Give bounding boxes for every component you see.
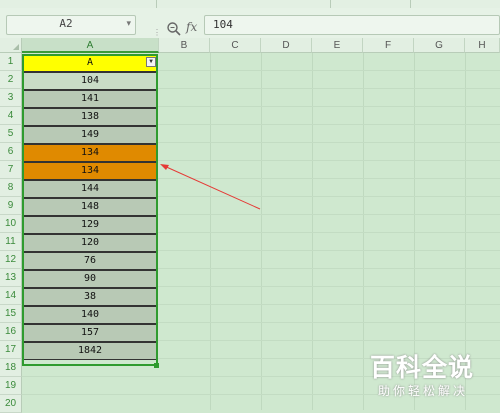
zoom-icon[interactable]: [166, 21, 182, 37]
header-label: A: [86, 57, 94, 68]
cell-a1-header[interactable]: A ▼: [22, 54, 158, 72]
column-header-d[interactable]: D: [261, 38, 312, 53]
row-header[interactable]: 7: [0, 161, 22, 179]
column-header-f[interactable]: F: [363, 38, 414, 53]
row-header[interactable]: 17: [0, 341, 22, 359]
row-header[interactable]: 8: [0, 179, 22, 197]
row-header[interactable]: 20: [0, 395, 22, 413]
column-header-b[interactable]: B: [159, 38, 210, 53]
row-header[interactable]: 11: [0, 233, 22, 251]
ribbon-divider: [330, 0, 331, 8]
cell-a5[interactable]: 149: [22, 126, 158, 144]
cell-a15[interactable]: 140: [22, 306, 158, 324]
resize-handle-icon[interactable]: ⋮: [153, 28, 161, 37]
row-header[interactable]: 10: [0, 215, 22, 233]
row-header[interactable]: 18: [0, 359, 22, 377]
row-header[interactable]: 13: [0, 269, 22, 287]
row-header[interactable]: 4: [0, 107, 22, 125]
column-header-g[interactable]: G: [414, 38, 465, 53]
row-header[interactable]: 15: [0, 305, 22, 323]
cell-a2[interactable]: 104: [22, 72, 158, 90]
row-header[interactable]: 16: [0, 323, 22, 341]
select-all-corner[interactable]: [0, 38, 22, 53]
cell-a7-highlighted[interactable]: 134: [22, 162, 158, 180]
name-box-value: A2: [59, 17, 73, 30]
watermark-logo: 百科全说 助你轻松解决: [368, 346, 496, 406]
cell-a8[interactable]: 144: [22, 180, 158, 198]
formula-input[interactable]: 104: [204, 15, 500, 35]
watermark-title: 百科全说: [370, 353, 475, 382]
cell-a6-highlighted[interactable]: 134: [22, 144, 158, 162]
cell-a9[interactable]: 148: [22, 198, 158, 216]
row-header[interactable]: 12: [0, 251, 22, 269]
cell-a10[interactable]: 129: [22, 216, 158, 234]
cell-a12[interactable]: 76: [22, 252, 158, 270]
annotation-arrow: [160, 164, 261, 210]
fx-icon[interactable]: fx: [186, 20, 197, 34]
row-header[interactable]: 2: [0, 71, 22, 89]
cell-a11[interactable]: 120: [22, 234, 158, 252]
column-header-a[interactable]: A: [22, 38, 159, 53]
row-header[interactable]: 9: [0, 197, 22, 215]
row-header[interactable]: 1: [0, 53, 22, 71]
filter-dropdown-icon[interactable]: ▼: [146, 57, 156, 67]
column-header-e[interactable]: E: [312, 38, 363, 53]
cell-a3[interactable]: 141: [22, 90, 158, 108]
cell-a17[interactable]: 1842: [22, 342, 158, 360]
row-header[interactable]: 19: [0, 377, 22, 395]
name-box[interactable]: A2 ▾: [6, 15, 136, 35]
row-header[interactable]: 5: [0, 125, 22, 143]
formula-bar: A2 ▾ ⋮ fx 104: [0, 8, 500, 39]
column-header-c[interactable]: C: [210, 38, 261, 53]
cell-a16[interactable]: 157: [22, 324, 158, 342]
ribbon-divider: [410, 0, 411, 8]
ribbon-divider: [156, 0, 157, 8]
cell-a4[interactable]: 138: [22, 108, 158, 126]
formula-value: 104: [213, 18, 233, 31]
row-header[interactable]: 14: [0, 287, 22, 305]
chevron-down-icon[interactable]: ▾: [126, 18, 131, 29]
row-header[interactable]: 3: [0, 89, 22, 107]
fill-handle[interactable]: [154, 363, 159, 368]
cell-a14[interactable]: 38: [22, 288, 158, 306]
cell-a13[interactable]: 90: [22, 270, 158, 288]
row-header[interactable]: 6: [0, 143, 22, 161]
watermark-subtitle: 助你轻松解决: [378, 384, 469, 398]
column-header-h[interactable]: H: [465, 38, 500, 53]
